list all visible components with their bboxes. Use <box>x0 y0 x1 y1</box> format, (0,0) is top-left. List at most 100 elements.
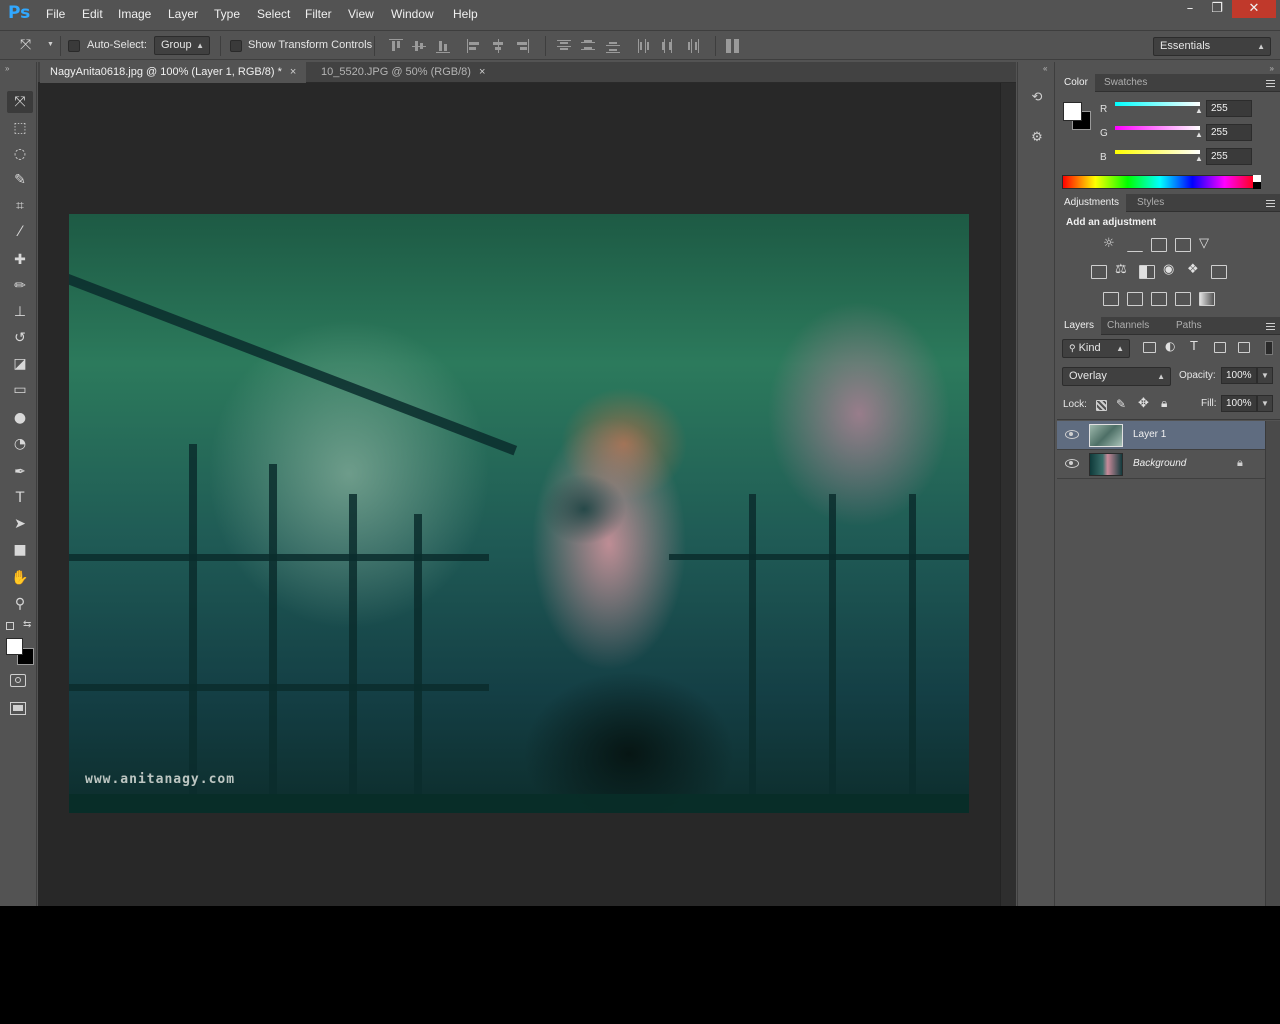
dodge-tool-icon[interactable]: ◔ <box>7 433 33 455</box>
menu-image[interactable]: Image <box>118 7 151 21</box>
posterize-icon[interactable] <box>1127 292 1143 306</box>
menu-layer[interactable]: Layer <box>168 7 198 21</box>
distribute-right-icon[interactable] <box>685 39 699 53</box>
align-bottom-icon[interactable] <box>436 39 450 53</box>
type-tool-icon[interactable]: T <box>7 487 33 509</box>
collapse-toolbar-icon[interactable]: » <box>5 64 9 73</box>
menu-file[interactable]: File <box>46 7 65 21</box>
eyedropper-tool-icon[interactable]: ⁄ <box>7 221 33 243</box>
white-chip[interactable] <box>1253 175 1261 182</box>
eraser-tool-icon[interactable]: ◪ <box>7 353 33 375</box>
layer-name[interactable]: Layer 1 <box>1133 429 1166 440</box>
crop-tool-icon[interactable]: ⌗ <box>7 195 33 217</box>
tab-color[interactable]: Color <box>1057 74 1095 92</box>
lock-position-icon[interactable]: ✥ <box>1138 396 1149 411</box>
history-brush-tool-icon[interactable]: ↺ <box>7 327 33 349</box>
green-slider-handle[interactable]: ▲ <box>1195 130 1203 139</box>
tab-swatches[interactable]: Swatches <box>1097 74 1154 92</box>
filter-pixel-layer-icon[interactable] <box>1143 342 1156 353</box>
gradient-map-icon[interactable] <box>1199 292 1215 306</box>
curves-icon[interactable] <box>1151 238 1167 252</box>
black-white-icon[interactable] <box>1139 265 1155 279</box>
filter-adjustment-layer-icon[interactable]: ◐ <box>1165 339 1175 353</box>
align-horizontal-center-icon[interactable] <box>491 39 505 53</box>
menu-type[interactable]: Type <box>214 7 240 21</box>
distribute-vertical-center-icon[interactable] <box>581 39 595 53</box>
align-top-icon[interactable] <box>389 39 403 53</box>
history-panel-icon[interactable]: ⟲ <box>1027 88 1047 108</box>
collapse-panels-icon[interactable]: » <box>1270 64 1274 73</box>
screen-mode-icon[interactable] <box>10 702 26 715</box>
lock-transparent-icon[interactable] <box>1096 400 1107 411</box>
marquee-tool-icon[interactable]: ⬚ <box>7 117 33 139</box>
brush-tool-icon[interactable]: ✏ <box>7 275 33 297</box>
tab-document-2[interactable]: 10_5520.JPG @ 50% (RGB/8) × <box>311 62 495 83</box>
foreground-color-swatch[interactable] <box>6 638 23 655</box>
lock-pixels-icon[interactable]: ✎ <box>1116 397 1126 411</box>
pen-tool-icon[interactable]: ✒ <box>7 461 33 483</box>
menu-filter[interactable]: Filter <box>305 7 332 21</box>
transform-controls-checkbox[interactable] <box>230 40 242 52</box>
layer-row-background[interactable]: Background 🔒︎ <box>1057 450 1265 479</box>
minimize-button[interactable]: – <box>1176 0 1204 18</box>
blend-mode-dropdown[interactable]: Overlay ▲ <box>1062 367 1171 386</box>
layers-scrollbar[interactable] <box>1265 421 1280 906</box>
fill-dropdown-icon[interactable]: ▼ <box>1257 395 1273 412</box>
blur-tool-icon[interactable]: ● <box>7 407 33 429</box>
move-tool-preset-icon[interactable]: ⤧ <box>20 37 31 53</box>
auto-select-dropdown[interactable]: Group ▲ <box>154 36 210 55</box>
levels-icon[interactable] <box>1127 238 1143 252</box>
hand-tool-icon[interactable]: ✋ <box>7 567 33 589</box>
default-colors-icon[interactable] <box>6 622 14 630</box>
tab-document-1[interactable]: NagyAnita0618.jpg @ 100% (Layer 1, RGB/8… <box>40 62 307 83</box>
selective-color-icon[interactable] <box>1175 292 1191 306</box>
color-lookup-icon[interactable] <box>1211 265 1227 279</box>
filter-shape-layer-icon[interactable] <box>1214 342 1226 353</box>
shape-tool-icon[interactable]: ■ <box>7 539 33 561</box>
healing-brush-tool-icon[interactable]: ✚ <box>7 249 33 271</box>
quick-mask-icon[interactable] <box>10 674 26 687</box>
exposure-icon[interactable] <box>1175 238 1191 252</box>
align-right-icon[interactable] <box>515 39 529 53</box>
opacity-dropdown-icon[interactable]: ▼ <box>1257 367 1273 384</box>
align-vertical-center-icon[interactable] <box>412 39 426 53</box>
panel-menu-icon[interactable] <box>1264 321 1276 331</box>
canvas-scrollbar[interactable] <box>1000 83 1016 906</box>
expand-panels-icon[interactable]: « <box>1043 64 1047 73</box>
menu-edit[interactable]: Edit <box>82 7 103 21</box>
canvas-image[interactable]: www.anitanagy.com <box>69 214 969 813</box>
fill-field[interactable]: 100% <box>1221 395 1257 412</box>
lasso-tool-icon[interactable]: ◌ <box>7 143 33 165</box>
layer-filter-dropdown[interactable]: ⚲ Kind ▲ <box>1062 339 1130 358</box>
layer-name[interactable]: Background <box>1133 458 1186 469</box>
panel-menu-icon[interactable] <box>1264 78 1276 88</box>
photo-filter-icon[interactable]: ◉ <box>1163 262 1174 277</box>
quick-select-tool-icon[interactable]: ✎ <box>7 169 33 191</box>
zoom-tool-icon[interactable]: ⚲ <box>7 593 33 615</box>
red-value-field[interactable]: 255 <box>1206 100 1252 117</box>
tab-layers[interactable]: Layers <box>1057 317 1102 335</box>
lock-all-icon[interactable]: 🔒︎ <box>1161 396 1167 411</box>
close-tab-icon[interactable]: × <box>479 66 485 78</box>
menu-window[interactable]: Window <box>391 7 434 21</box>
gradient-tool-icon[interactable]: ▭ <box>7 379 33 401</box>
panel-menu-icon[interactable] <box>1264 198 1276 208</box>
tab-styles[interactable]: Styles <box>1130 194 1171 212</box>
filter-smart-object-icon[interactable] <box>1238 342 1250 353</box>
workspace-dropdown[interactable]: Essentials ▲ <box>1153 37 1271 56</box>
visibility-eye-icon[interactable] <box>1065 458 1079 468</box>
distribute-horizontal-center-icon[interactable] <box>661 39 675 53</box>
distribute-top-icon[interactable] <box>557 39 571 53</box>
visibility-eye-icon[interactable] <box>1065 429 1079 439</box>
green-value-field[interactable]: 255 <box>1206 124 1252 141</box>
blue-slider[interactable] <box>1115 150 1200 154</box>
channel-mixer-icon[interactable]: ❖ <box>1187 262 1199 277</box>
red-slider[interactable] <box>1115 102 1200 106</box>
invert-icon[interactable] <box>1103 292 1119 306</box>
tab-channels[interactable]: Channels <box>1100 317 1156 335</box>
menu-help[interactable]: Help <box>453 7 478 21</box>
distribute-left-icon[interactable] <box>637 39 651 53</box>
tab-adjustments[interactable]: Adjustments <box>1057 194 1127 212</box>
blue-value-field[interactable]: 255 <box>1206 148 1252 165</box>
vibrance-icon[interactable]: ▽ <box>1199 235 1209 251</box>
